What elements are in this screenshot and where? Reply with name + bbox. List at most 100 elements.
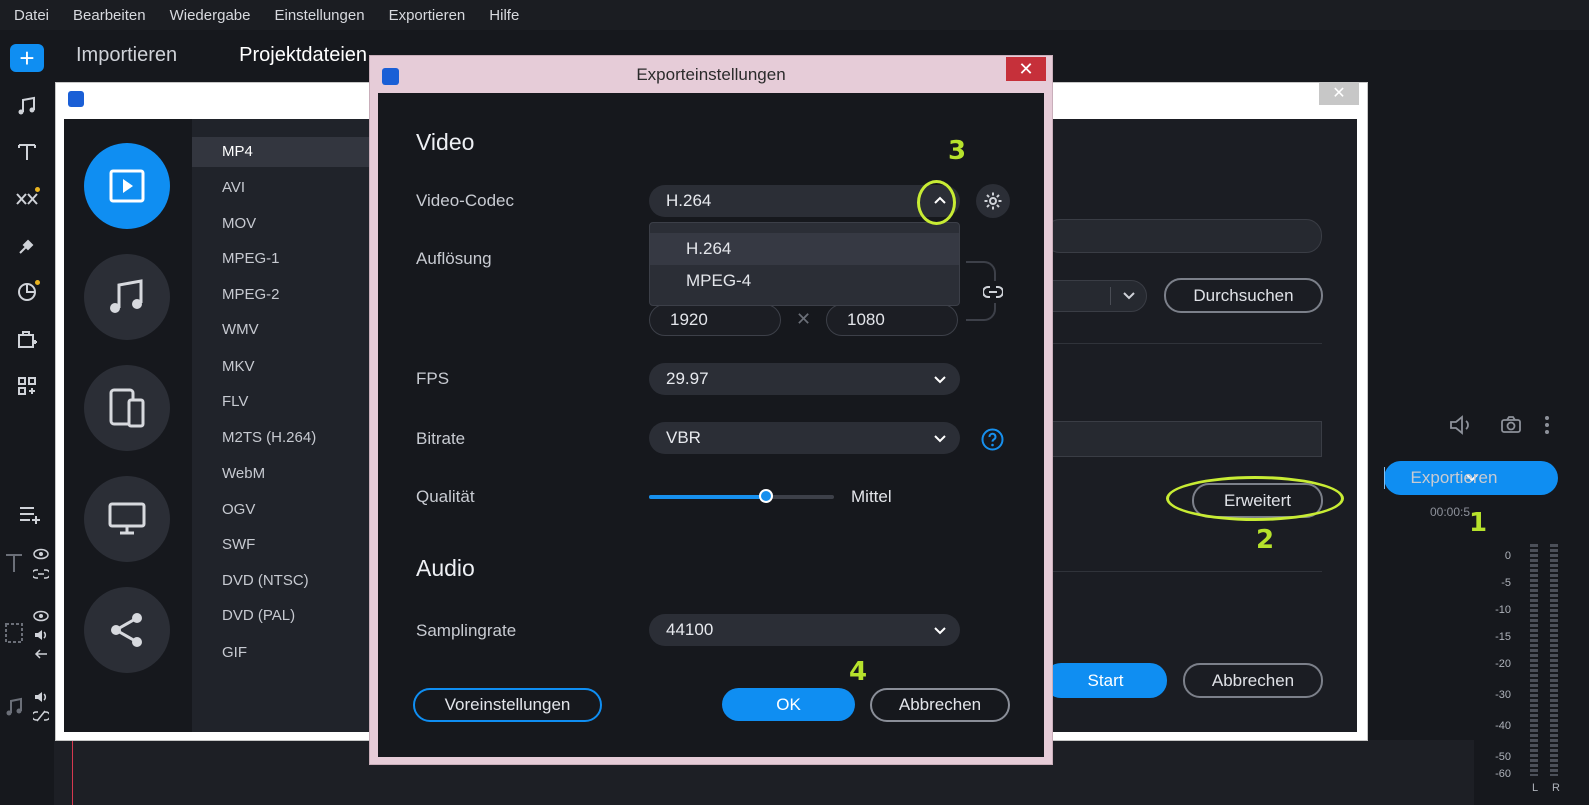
format-item[interactable]: DVD (NTSC) <box>192 566 372 596</box>
codec-value: H.264 <box>666 191 712 210</box>
format-item[interactable]: WMV <box>192 315 372 345</box>
more-tools-icon[interactable] <box>10 372 44 400</box>
eye-icon[interactable] <box>33 548 49 560</box>
link-icon[interactable] <box>982 281 1004 303</box>
height-input[interactable]: 1080 <box>826 304 958 336</box>
transitions-icon[interactable] <box>10 185 44 213</box>
close-icon[interactable]: ✕ <box>1006 57 1046 81</box>
speaker-icon[interactable] <box>33 628 49 642</box>
codec-label: Video-Codec <box>416 191 514 210</box>
meter-bar-right <box>1550 544 1558 776</box>
playhead[interactable] <box>72 740 73 805</box>
bitrate-value: VBR <box>666 428 701 447</box>
browse-button[interactable]: Durchsuchen <box>1164 278 1323 313</box>
bitrate-select[interactable]: VBR <box>649 422 960 454</box>
format-item[interactable]: MOV <box>192 209 372 239</box>
music-icon[interactable] <box>84 254 170 340</box>
ok-button[interactable]: OK <box>722 688 855 721</box>
format-item[interactable]: WebM <box>192 459 372 489</box>
format-item[interactable]: MPEG-1 <box>192 244 372 274</box>
chevron-down-icon <box>934 623 946 637</box>
tab-import[interactable]: Importieren <box>60 44 193 74</box>
link-icon[interactable] <box>33 568 49 580</box>
cancel-button[interactable]: Abbrechen <box>1183 663 1323 698</box>
format-item[interactable]: MKV <box>192 352 372 382</box>
times-sign: ✕ <box>796 309 812 329</box>
menu-help[interactable]: Hilfe <box>477 7 531 24</box>
fps-value: 29.97 <box>666 369 709 388</box>
audio-meter: 0 -5 -10 -15 -20 -30 -40 -50 -60 L R <box>1492 540 1589 805</box>
presets-button[interactable]: Voreinstellungen <box>413 688 602 722</box>
format-item[interactable]: AVI <box>192 173 372 203</box>
format-item[interactable]: SWF <box>192 530 372 560</box>
speaker-icon[interactable] <box>33 690 49 704</box>
menu-bar: Datei Bearbeiten Wiedergabe Einstellunge… <box>0 0 1589 30</box>
format-item[interactable]: OGV <box>192 495 372 525</box>
export-button[interactable]: Exportieren <box>1384 461 1558 495</box>
annotation-circle-codec-chevron <box>917 180 956 225</box>
meter-tick: -60 <box>1495 768 1511 780</box>
estimate-field <box>1044 421 1322 457</box>
filters-icon[interactable] <box>10 232 44 260</box>
width-input[interactable]: 1920 <box>649 304 781 336</box>
export-settings-panel: Durchsuchen Erweitert Start Abbrechen <box>1044 119 1357 732</box>
music-icon[interactable] <box>10 92 44 120</box>
monitor-icon[interactable] <box>84 476 170 562</box>
menu-file[interactable]: Datei <box>0 7 61 24</box>
codec-select[interactable]: H.264 <box>649 185 960 217</box>
video-icon[interactable] <box>84 143 170 229</box>
unlink-icon[interactable] <box>33 710 49 722</box>
divider <box>1044 571 1322 572</box>
meter-channel-r: R <box>1552 782 1560 794</box>
folder-select[interactable] <box>1044 280 1147 312</box>
format-item[interactable]: FLV <box>192 387 372 417</box>
meter-tick: -15 <box>1495 631 1511 643</box>
more-options-icon[interactable] <box>1544 414 1550 436</box>
add-media-button[interactable]: + <box>10 44 44 72</box>
dialog-cancel-button[interactable]: Abbrechen <box>870 688 1010 722</box>
format-item[interactable]: MP4 <box>192 137 372 167</box>
samplerate-select[interactable]: 44100 <box>649 614 960 646</box>
start-button[interactable]: Start <box>1044 663 1167 698</box>
export-categories <box>64 119 192 732</box>
quality-slider-thumb[interactable] <box>758 489 773 503</box>
add-track-icon[interactable] <box>18 504 44 524</box>
eye-icon[interactable] <box>33 610 49 622</box>
codec-settings-button[interactable] <box>976 184 1010 218</box>
volume-icon[interactable] <box>1448 414 1474 436</box>
codec-dropdown-list: H.264 MPEG-4 <box>649 222 960 306</box>
menu-export[interactable]: Exportieren <box>377 7 478 24</box>
notification-dot <box>35 187 40 192</box>
menu-playback[interactable]: Wiedergabe <box>158 7 263 24</box>
close-icon[interactable]: ✕ <box>1319 83 1359 105</box>
dialog-titlebar: Exporteinstellungen ✕ <box>370 56 1052 92</box>
format-item[interactable]: MPEG-2 <box>192 280 372 310</box>
codec-option[interactable]: H.264 <box>650 233 959 265</box>
store-icon[interactable] <box>10 325 44 353</box>
format-item[interactable]: M2TS (H.264) <box>192 423 372 453</box>
codec-option[interactable]: MPEG-4 <box>650 265 959 297</box>
left-toolbar: + <box>0 30 54 460</box>
menu-settings[interactable]: Einstellungen <box>262 7 376 24</box>
text-track-icon <box>4 552 24 574</box>
devices-icon[interactable] <box>84 365 170 451</box>
format-item[interactable]: DVD (PAL) <box>192 601 372 631</box>
tab-project-files[interactable]: Projektdateien <box>223 44 383 74</box>
stickers-icon[interactable] <box>10 278 44 306</box>
quality-value: Mittel <box>851 487 892 506</box>
arrow-left-icon[interactable] <box>33 648 49 660</box>
menu-edit[interactable]: Bearbeiten <box>61 7 158 24</box>
format-item[interactable]: GIF <box>192 638 372 668</box>
fps-select[interactable]: 29.97 <box>649 363 960 395</box>
help-icon[interactable] <box>981 428 1004 451</box>
meter-tick: -10 <box>1495 604 1511 616</box>
filename-input[interactable] <box>1044 219 1322 253</box>
timeline-track-controls <box>0 460 54 805</box>
video-section-title: Video <box>416 129 475 155</box>
quality-slider[interactable] <box>649 489 834 503</box>
camera-icon[interactable] <box>1500 416 1522 434</box>
meter-tick: -5 <box>1501 577 1511 589</box>
text-icon[interactable] <box>10 138 44 166</box>
quality-slider-fill <box>649 495 766 499</box>
share-icon[interactable] <box>84 587 170 673</box>
